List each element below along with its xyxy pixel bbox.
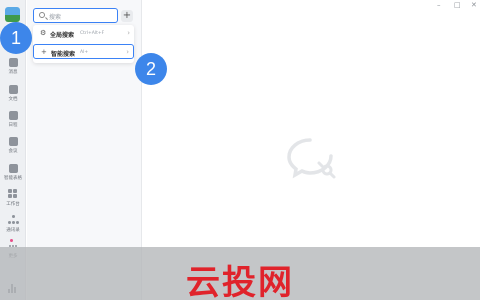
- sidebar-item-workbench[interactable]: 工作台: [0, 189, 26, 207]
- document-icon: [8, 85, 18, 94]
- shortcut-hint: AI+: [80, 50, 89, 55]
- chat-logo-icon: [287, 138, 336, 179]
- chevron-right-icon: ›: [126, 48, 129, 56]
- sidebar-item-label: 文档: [8, 97, 18, 102]
- shortcut-hint: Ctrl+Alt+F: [80, 31, 105, 36]
- menu-item-label: 全局搜索: [50, 32, 75, 39]
- step-marker: 1: [0, 22, 32, 54]
- watermark-banner: 云投网: [0, 247, 480, 300]
- menu-item-label: 智能搜索: [51, 51, 76, 58]
- sidebar-item-label: 会议: [8, 149, 18, 154]
- add-button[interactable]: +: [121, 10, 133, 22]
- sidebar-item-contacts[interactable]: 通讯录: [0, 215, 26, 233]
- minimize-icon[interactable]: –: [437, 1, 441, 9]
- menu-item-ai-search[interactable]: + 智能搜索 AI+ ›: [33, 44, 134, 59]
- sidebar-item-label: 日程: [8, 123, 18, 128]
- global-search-icon: ⚙: [40, 29, 47, 37]
- sidebar-item-messages[interactable]: 消息: [0, 58, 26, 75]
- sidebar-item-label: 智能表格: [4, 176, 22, 181]
- sidebar-item-docs[interactable]: 文档: [0, 85, 26, 102]
- calendar-icon: [8, 111, 18, 120]
- watermark-text: 云投网: [186, 263, 294, 300]
- sidebar-item-label: 通讯录: [6, 228, 20, 233]
- maximize-icon[interactable]: □: [454, 1, 461, 9]
- sidebar-item-smart-sheet[interactable]: 智能表格: [0, 164, 26, 181]
- chevron-right-icon: ›: [127, 29, 130, 37]
- sidebar-item-label: 工作台: [6, 202, 20, 207]
- smart-sheet-icon: [8, 164, 18, 173]
- close-icon[interactable]: ✕: [471, 1, 477, 9]
- workbench-icon: [8, 189, 18, 199]
- search-input[interactable]: 搜索: [33, 8, 118, 23]
- avatar[interactable]: [5, 7, 20, 22]
- menu-item-global-search[interactable]: ⚙ 全局搜索 Ctrl+Alt+F ›: [33, 26, 134, 41]
- search-dropdown: ⚙ 全局搜索 Ctrl+Alt+F › + 智能搜索 AI+ ›: [33, 25, 134, 63]
- main-content: – □ ✕: [143, 0, 480, 247]
- sidebar-item-calendar[interactable]: 日程: [0, 111, 26, 128]
- search-icon: [39, 12, 45, 18]
- contacts-icon: [8, 215, 19, 225]
- sidebar-item-meeting[interactable]: 会议: [0, 137, 26, 154]
- meeting-icon: [8, 137, 18, 146]
- notification-badge: [10, 239, 13, 242]
- step-marker: 2: [135, 53, 167, 85]
- ai-search-icon: +: [41, 48, 47, 56]
- sidebar-item-label: 消息: [8, 70, 18, 75]
- message-icon: [8, 58, 18, 67]
- search-placeholder: 搜索: [49, 14, 62, 21]
